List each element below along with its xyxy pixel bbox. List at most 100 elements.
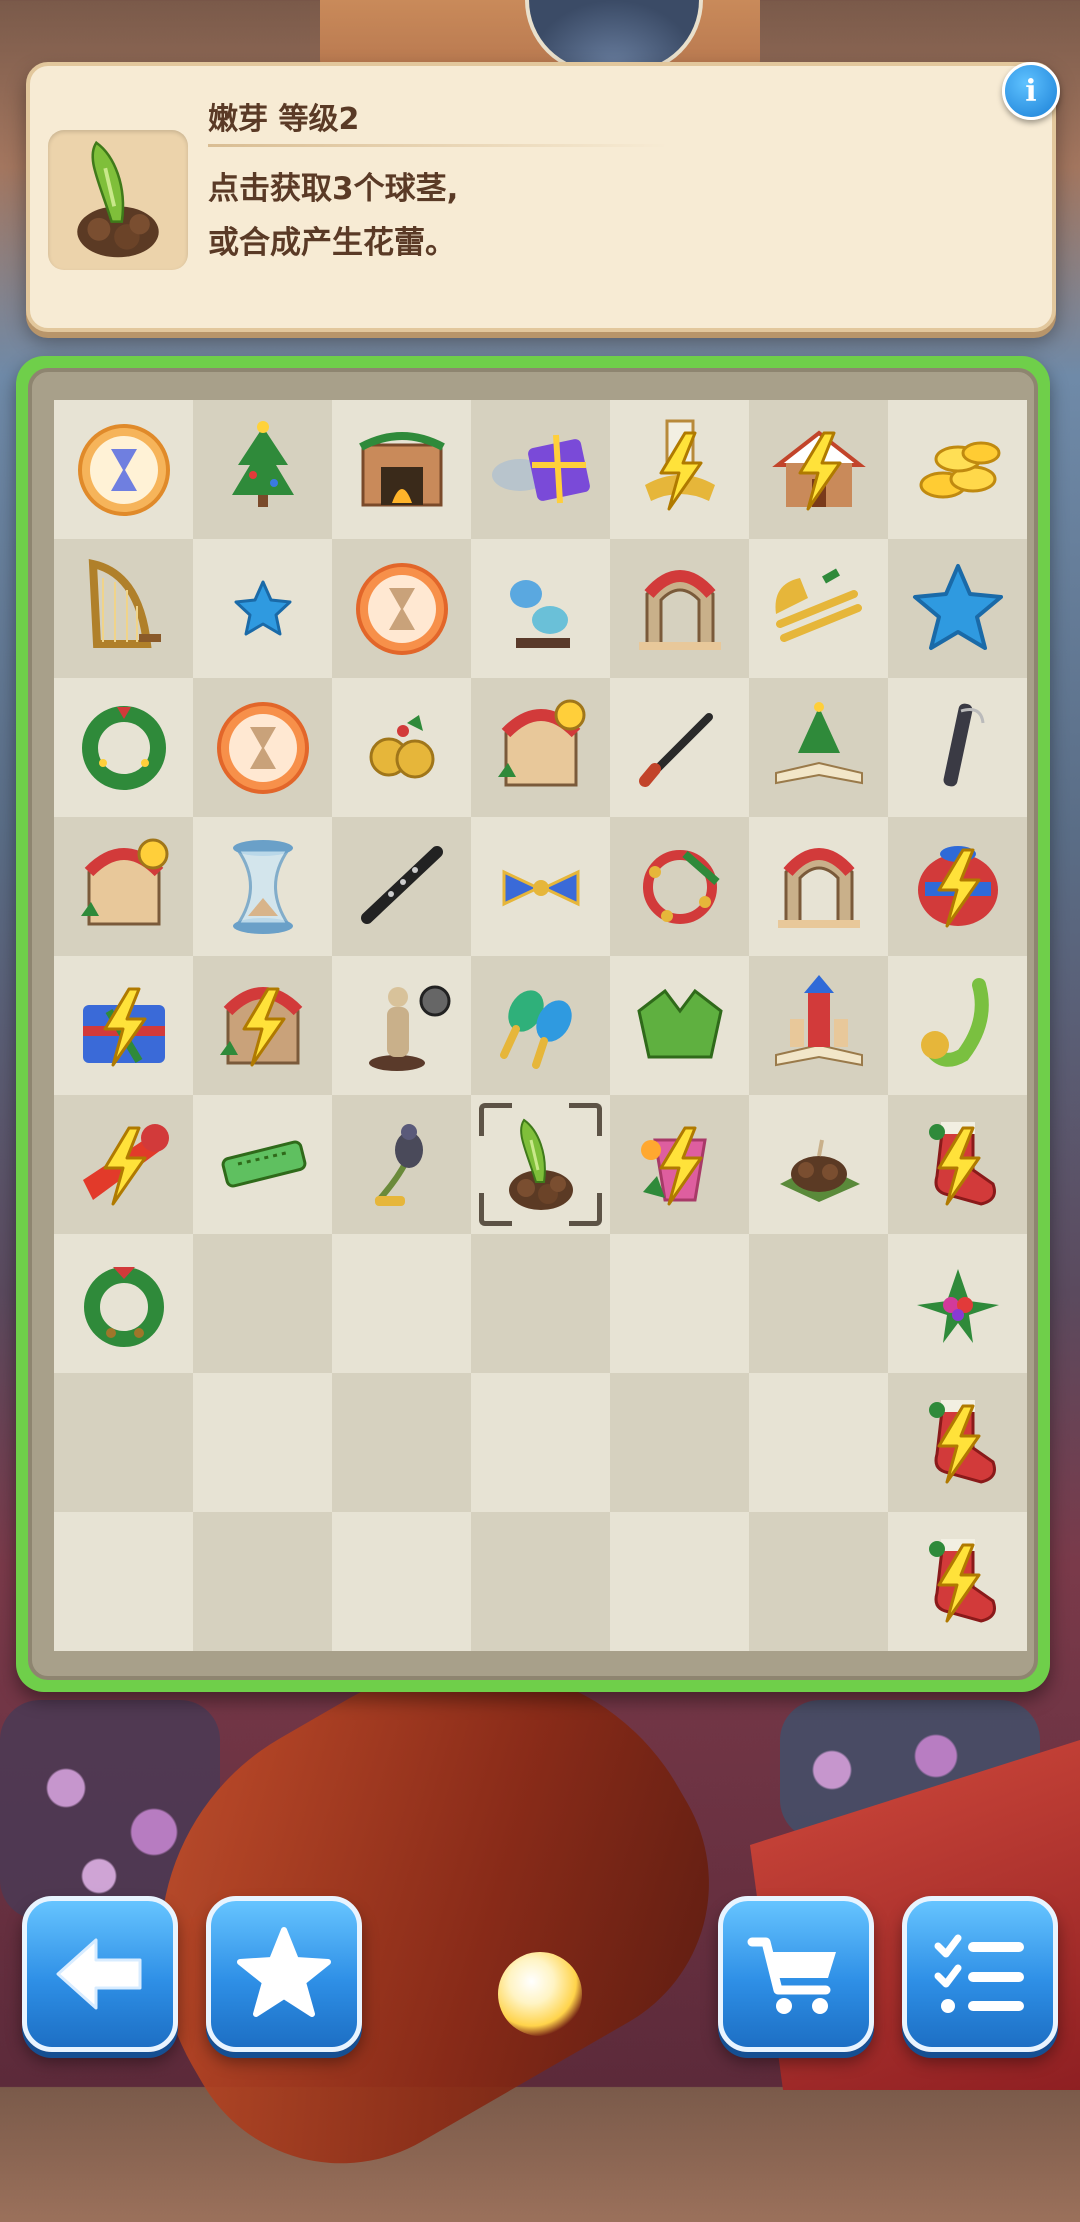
- bulb-roots-icon[interactable]: [764, 1110, 874, 1220]
- board-cell-empty[interactable]: [471, 1512, 610, 1651]
- christmas-tree-popup-book-icon[interactable]: [764, 693, 874, 803]
- board-cell[interactable]: [471, 817, 610, 956]
- hourglass-bubble-icon[interactable]: [69, 415, 179, 525]
- stocking-energy-icon[interactable]: [903, 1388, 1013, 1498]
- board-cell[interactable]: [54, 539, 193, 678]
- board-cell[interactable]: [610, 956, 749, 1095]
- board-cell[interactable]: [888, 678, 1027, 817]
- board-cell-empty[interactable]: [749, 1373, 888, 1512]
- gold-coins-icon[interactable]: [903, 415, 1013, 525]
- hourglass-bubble-orange-icon[interactable]: [208, 693, 318, 803]
- sprout-bulb-icon[interactable]: [486, 1110, 596, 1220]
- board-cell-empty[interactable]: [193, 1373, 332, 1512]
- board-cell[interactable]: [471, 678, 610, 817]
- board-cell-empty[interactable]: [193, 1234, 332, 1373]
- trumpet-energy-icon[interactable]: [625, 415, 735, 525]
- favorites-button[interactable]: [206, 1896, 362, 2052]
- board-cell[interactable]: [888, 539, 1027, 678]
- board-cell[interactable]: [888, 1512, 1027, 1651]
- cuckoo-clock-house-icon[interactable]: [69, 832, 179, 942]
- board-cell-empty[interactable]: [54, 1373, 193, 1512]
- board-cell[interactable]: [332, 956, 471, 1095]
- board-cell[interactable]: [332, 400, 471, 539]
- board-cell[interactable]: [610, 817, 749, 956]
- trombone-icon[interactable]: [764, 554, 874, 664]
- board-cell[interactable]: [193, 400, 332, 539]
- board-cell-empty[interactable]: [610, 1373, 749, 1512]
- board-cell-empty[interactable]: [471, 1234, 610, 1373]
- board-cell-empty[interactable]: [193, 1512, 332, 1651]
- board-cell[interactable]: [749, 1095, 888, 1234]
- board-cell[interactable]: [610, 539, 749, 678]
- red-arch-gate-icon[interactable]: [764, 832, 874, 942]
- board-cell-empty[interactable]: [749, 1512, 888, 1651]
- tasks-button[interactable]: [902, 1896, 1058, 2052]
- board-cell[interactable]: [888, 1373, 1027, 1512]
- board-cell[interactable]: [749, 678, 888, 817]
- paintbrush-icon[interactable]: [625, 693, 735, 803]
- red-arch-gate-icon[interactable]: [625, 554, 735, 664]
- poinsettia-icon[interactable]: [903, 1249, 1013, 1359]
- board-cell[interactable]: [54, 956, 193, 1095]
- board-cell[interactable]: [610, 1095, 749, 1234]
- board-cell[interactable]: [610, 400, 749, 539]
- board-cell[interactable]: [332, 817, 471, 956]
- bassoon-icon[interactable]: [903, 693, 1013, 803]
- board-cell[interactable]: [54, 400, 193, 539]
- board-cell[interactable]: [54, 1095, 193, 1234]
- harmonica-icon[interactable]: [208, 1110, 318, 1220]
- board-cell[interactable]: [193, 539, 332, 678]
- board-cell[interactable]: [888, 817, 1027, 956]
- board-cell[interactable]: [749, 956, 888, 1095]
- gift-box-energy-icon[interactable]: [69, 971, 179, 1081]
- board-cell[interactable]: [888, 1234, 1027, 1373]
- saxophone-icon[interactable]: [903, 971, 1013, 1081]
- blue-star-icon[interactable]: [903, 554, 1013, 664]
- sweater-energy-icon[interactable]: [903, 832, 1013, 942]
- board-cell[interactable]: [193, 678, 332, 817]
- bird-on-branch-icon[interactable]: [347, 1110, 457, 1220]
- drink-energy-icon[interactable]: [625, 1110, 735, 1220]
- board-cell-empty[interactable]: [471, 1373, 610, 1512]
- board-cell[interactable]: [888, 1095, 1027, 1234]
- cuckoo-clock-house-icon[interactable]: [486, 693, 596, 803]
- board-cell[interactable]: [54, 678, 193, 817]
- christmas-tree-icon[interactable]: [208, 415, 318, 525]
- info-button[interactable]: i: [1002, 62, 1060, 120]
- stocking-energy-icon[interactable]: [903, 1110, 1013, 1220]
- statue-figurine-icon[interactable]: [347, 971, 457, 1081]
- party-horn-energy-icon[interactable]: [69, 1110, 179, 1220]
- board-cell-empty[interactable]: [749, 1234, 888, 1373]
- tambourine-icon[interactable]: [625, 832, 735, 942]
- shop-button[interactable]: [718, 1896, 874, 2052]
- castle-popup-book-icon[interactable]: [764, 971, 874, 1081]
- board-cell[interactable]: [332, 1095, 471, 1234]
- board-cell[interactable]: [471, 956, 610, 1095]
- hourglass-bubble-orange-icon[interactable]: [347, 554, 457, 664]
- stocking-energy-icon[interactable]: [903, 1527, 1013, 1637]
- cuckoo-clock-energy-icon[interactable]: [208, 971, 318, 1081]
- board-cell[interactable]: [888, 956, 1027, 1095]
- board-cell-empty[interactable]: [610, 1234, 749, 1373]
- birds-figurine-icon[interactable]: [486, 554, 596, 664]
- board-cell-empty[interactable]: [54, 1512, 193, 1651]
- board-cell-empty[interactable]: [332, 1512, 471, 1651]
- board-cell[interactable]: [888, 400, 1027, 539]
- gingerbread-house-energy-icon[interactable]: [764, 415, 874, 525]
- hourglass-icon[interactable]: [208, 832, 318, 942]
- board-cell[interactable]: [54, 817, 193, 956]
- jingle-bells-icon[interactable]: [347, 693, 457, 803]
- maracas-icon[interactable]: [486, 971, 596, 1081]
- board-cell[interactable]: [193, 1095, 332, 1234]
- holly-wreath-icon[interactable]: [69, 1249, 179, 1359]
- board-cell-empty[interactable]: [610, 1512, 749, 1651]
- board-cell[interactable]: [54, 1234, 193, 1373]
- blue-star-small-icon[interactable]: [208, 554, 318, 664]
- board-cell[interactable]: [610, 678, 749, 817]
- fish-gift-box-icon[interactable]: [486, 415, 596, 525]
- green-box-icon[interactable]: [625, 971, 735, 1081]
- board-cell[interactable]: [471, 400, 610, 539]
- board-cell-empty[interactable]: [332, 1234, 471, 1373]
- board-cell[interactable]: [471, 1095, 610, 1234]
- board-cell-empty[interactable]: [332, 1373, 471, 1512]
